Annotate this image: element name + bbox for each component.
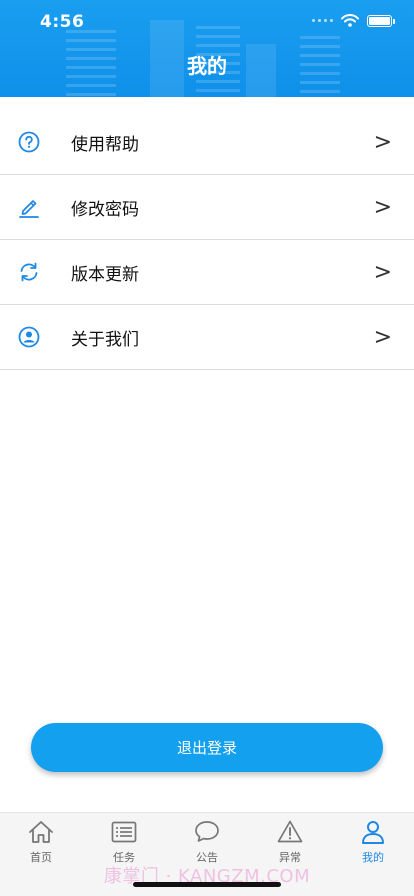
logout-button[interactable]: 退出登录 bbox=[31, 723, 383, 772]
settings-menu: 使用帮助 > 修改密码 > 版本更新 > 关于我们 > bbox=[0, 110, 414, 370]
app-header: 4:56 我的 bbox=[0, 0, 414, 97]
chevron-right-icon: > bbox=[373, 259, 392, 285]
menu-item-label: 使用帮助 bbox=[71, 134, 139, 155]
task-list-icon bbox=[111, 821, 137, 843]
user-circle-icon bbox=[18, 326, 40, 348]
tab-exceptions[interactable]: 异常 bbox=[249, 813, 331, 865]
tab-announcements[interactable]: 公告 bbox=[166, 813, 248, 865]
tab-mine[interactable]: 我的 bbox=[332, 813, 414, 865]
status-time: 4:56 bbox=[40, 12, 85, 32]
tab-tasks[interactable]: 任务 bbox=[83, 813, 165, 865]
tab-home[interactable]: 首页 bbox=[0, 813, 82, 865]
help-circle-icon bbox=[18, 131, 40, 153]
page-title: 我的 bbox=[187, 54, 227, 78]
menu-item-about-us[interactable]: 关于我们 > bbox=[0, 305, 414, 370]
cellular-signal-icon bbox=[312, 19, 333, 22]
home-indicator bbox=[133, 882, 281, 887]
menu-item-change-password[interactable]: 修改密码 > bbox=[0, 175, 414, 240]
menu-item-label: 版本更新 bbox=[71, 264, 139, 285]
wifi-icon bbox=[341, 14, 359, 27]
chat-bubble-icon bbox=[195, 821, 219, 842]
battery-icon bbox=[367, 14, 395, 27]
chevron-right-icon: > bbox=[373, 324, 392, 350]
chevron-right-icon: > bbox=[373, 194, 392, 220]
chevron-right-icon: > bbox=[373, 129, 392, 155]
refresh-icon bbox=[20, 262, 38, 282]
menu-item-version-update[interactable]: 版本更新 > bbox=[0, 240, 414, 305]
user-icon bbox=[362, 821, 384, 844]
status-bar: 4:56 bbox=[0, 0, 414, 44]
menu-item-help[interactable]: 使用帮助 > bbox=[0, 110, 414, 175]
home-icon bbox=[29, 821, 53, 843]
status-icons bbox=[312, 14, 395, 27]
menu-item-label: 关于我们 bbox=[71, 329, 139, 350]
menu-item-label: 修改密码 bbox=[71, 199, 139, 220]
warning-icon bbox=[277, 820, 303, 843]
edit-pencil-icon bbox=[19, 200, 39, 218]
